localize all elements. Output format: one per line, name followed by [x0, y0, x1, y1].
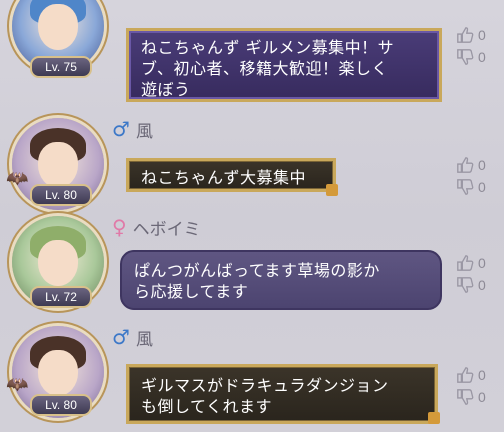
thumbs-up-icon [457, 27, 474, 43]
message-bubble: ねこちゃんず大募集中 [126, 158, 336, 192]
level-badge: Lv. 72 [30, 286, 92, 308]
username-row: ♂ 風 [112, 325, 153, 350]
level-badge: Lv. 75 [30, 56, 92, 78]
dislike-count: 0 [478, 389, 486, 405]
message-text: ギルマスがドラキュラダンジョン [141, 376, 389, 395]
level-badge: Lv. 80 [30, 394, 92, 416]
like-button[interactable]: 0 [456, 364, 496, 386]
message-bubble: ギルマスがドラキュラダンジョン も倒してくれます [126, 364, 438, 424]
like-count: 0 [478, 367, 486, 383]
like-count: 0 [478, 157, 486, 173]
bat-decoration-icon: 🦇 [6, 168, 29, 189]
vote-panel: 0 0 [456, 154, 496, 198]
thumbs-down-icon [457, 179, 474, 195]
message-text: ねこちゃんず ギルメン募集中！サ [141, 38, 395, 57]
message-text: ブ、初心者、移籍大歓迎！楽しく [141, 59, 389, 78]
message-bubble: ねこちゃんず ギルメン募集中！サ ブ、初心者、移籍大歓迎！楽しく 遊ぼう [126, 28, 442, 102]
level-badge: Lv. 80 [30, 184, 92, 206]
username[interactable]: ヘボイミ [133, 215, 201, 240]
female-icon: ♀ [112, 215, 127, 239]
thumbs-up-icon [457, 367, 474, 383]
username[interactable]: 風 [136, 325, 153, 350]
dislike-button[interactable]: 0 [456, 176, 496, 198]
dislike-count: 0 [478, 277, 486, 293]
like-count: 0 [478, 255, 486, 271]
dislike-count: 0 [478, 49, 486, 65]
message-text: ぱんつがんばってます草場の影か [134, 261, 380, 280]
message-text: ら応援してます [134, 282, 249, 301]
vote-panel: 0 0 [456, 364, 496, 408]
username[interactable]: 風 [136, 117, 153, 142]
sparkle-icon [326, 184, 338, 196]
message-text: 遊ぼう [141, 80, 191, 99]
username-row: ♀ ヘボイミ [112, 215, 201, 240]
male-icon: ♂ [112, 117, 130, 141]
dislike-button[interactable]: 0 [456, 46, 496, 68]
like-button[interactable]: 0 [456, 24, 496, 46]
message-text: ねこちゃんず大募集中 [141, 168, 307, 187]
dislike-count: 0 [478, 179, 486, 195]
like-count: 0 [478, 27, 486, 43]
thumbs-up-icon [457, 255, 474, 271]
message-text: も倒してくれます [141, 397, 273, 416]
vote-panel: 0 0 [456, 252, 496, 296]
sparkle-icon [428, 412, 440, 424]
like-button[interactable]: 0 [456, 154, 496, 176]
like-button[interactable]: 0 [456, 252, 496, 274]
thumbs-down-icon [457, 389, 474, 405]
dislike-button[interactable]: 0 [456, 274, 496, 296]
bat-decoration-icon: 🦇 [6, 374, 29, 395]
thumbs-down-icon [457, 277, 474, 293]
thumbs-up-icon [457, 157, 474, 173]
message-bubble: ぱんつがんばってます草場の影か ら応援してます [120, 250, 442, 310]
vote-panel: 0 0 [456, 24, 496, 68]
username-row: ♂ 風 [112, 117, 153, 142]
dislike-button[interactable]: 0 [456, 386, 496, 408]
male-icon: ♂ [112, 325, 130, 349]
thumbs-down-icon [457, 49, 474, 65]
